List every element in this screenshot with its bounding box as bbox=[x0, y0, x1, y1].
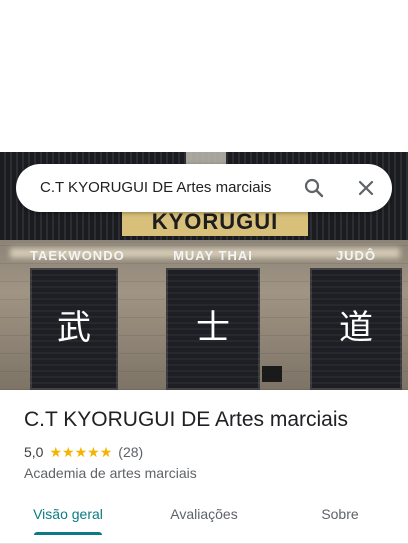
tab-bar: Visão geral Avaliações Sobre bbox=[0, 496, 408, 544]
search-bar[interactable]: C.T KYORUGUI DE Artes marciais bbox=[16, 164, 392, 212]
star-icon: ★ bbox=[87, 444, 100, 460]
star-icon: ★ bbox=[99, 444, 113, 460]
tab-about[interactable]: Sobre bbox=[272, 496, 408, 543]
search-query[interactable]: C.T KYORUGUI DE Artes marciais bbox=[40, 164, 271, 212]
door-kanji: 武 bbox=[57, 308, 91, 348]
storefront-sign: KYORUGUI bbox=[122, 208, 308, 236]
star-icon: ★ bbox=[49, 444, 63, 460]
star-icon: ★ bbox=[74, 444, 88, 460]
star-rating: ★ ★ ★ ★ ★ bbox=[49, 445, 112, 459]
map-blank-area bbox=[0, 0, 408, 152]
rating-row[interactable]: 5,0 ★ ★ ★ ★ ★ (28) bbox=[24, 444, 143, 460]
door-muay-thai: MUAY THAI 士 bbox=[166, 248, 260, 390]
door-kanji: 士 bbox=[196, 308, 230, 348]
tab-overview[interactable]: Visão geral bbox=[0, 496, 136, 543]
door-label: JUDÔ bbox=[335, 248, 377, 263]
place-title: C.T KYORUGUI DE Artes marciais bbox=[24, 408, 349, 431]
review-count[interactable]: (28) bbox=[118, 444, 143, 460]
door-judo: JUDÔ 道 bbox=[310, 248, 402, 390]
tab-reviews[interactable]: Avaliações bbox=[136, 496, 272, 543]
door-label: TAEKWONDO bbox=[30, 248, 125, 263]
star-icon: ★ bbox=[62, 444, 75, 460]
search-icon[interactable] bbox=[302, 176, 326, 200]
wall-box bbox=[262, 366, 282, 382]
place-category[interactable]: Academia de artes marciais bbox=[24, 465, 197, 481]
door-label: MUAY THAI bbox=[173, 248, 253, 263]
rating-score: 5,0 bbox=[24, 444, 44, 460]
close-icon[interactable] bbox=[354, 176, 378, 200]
door-taekwondo: TAEKWONDO 武 bbox=[30, 248, 124, 390]
door-kanji: 道 bbox=[339, 308, 373, 348]
